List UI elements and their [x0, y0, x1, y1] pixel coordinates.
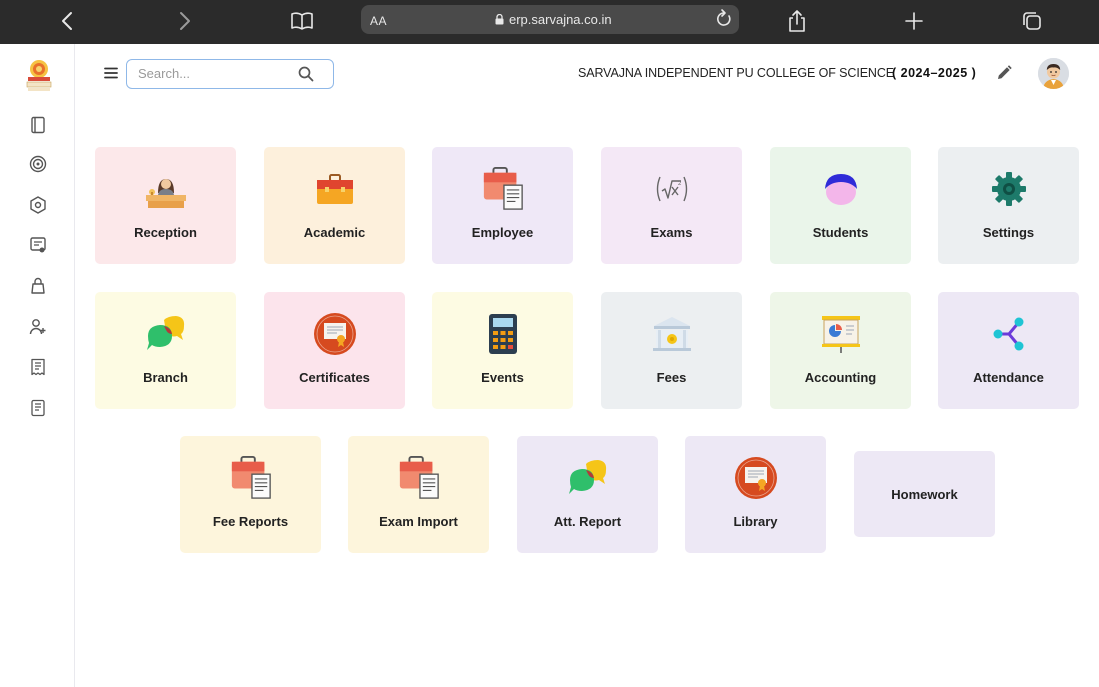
tile-events[interactable]: Events: [432, 292, 573, 409]
college-name: SARVAJNA INDEPENDENT PU COLLEGE OF SCIEN…: [578, 66, 895, 80]
share-icon[interactable]: [786, 7, 808, 35]
tile-label: Fees: [656, 370, 687, 385]
tile-certificates[interactable]: Certificates: [264, 292, 405, 409]
tile-attendance[interactable]: Attendance: [938, 292, 1079, 409]
tile-exam-import[interactable]: Exam Import: [348, 436, 489, 553]
tile-label: Branch: [143, 370, 188, 385]
tile-exams[interactable]: 2 Exams: [601, 147, 742, 264]
tile-employee[interactable]: Employee: [432, 147, 573, 264]
certificate-icon: [313, 312, 357, 356]
chat-bubbles-icon: [144, 312, 188, 356]
tabs-overview-icon[interactable]: [1020, 7, 1044, 35]
tile-label: Employee: [471, 225, 534, 240]
tile-label: Accounting: [804, 370, 877, 385]
add-user-icon[interactable]: [27, 316, 49, 338]
briefcase-icon: [313, 167, 357, 211]
bookmarks-icon[interactable]: [290, 7, 314, 35]
tile-fees[interactable]: Fees: [601, 292, 742, 409]
lock-icon: [495, 14, 504, 25]
share-network-icon: [987, 312, 1031, 356]
tile-settings[interactable]: Settings: [938, 147, 1079, 264]
tile-label: Att. Report: [553, 514, 622, 529]
tile-label: Fee Reports: [212, 514, 289, 529]
search-icon[interactable]: [297, 65, 315, 88]
document-icon[interactable]: [27, 397, 49, 419]
tile-accounting[interactable]: Accounting: [770, 292, 911, 409]
tile-label: Homework: [891, 486, 958, 502]
book-icon[interactable]: [27, 114, 49, 136]
hexagon-icon[interactable]: [27, 194, 49, 216]
att-report-icon: [566, 456, 610, 500]
search-box[interactable]: [126, 59, 334, 89]
tile-reception[interactable]: Reception: [95, 147, 236, 264]
url-text: erp.sarvajna.co.in: [509, 12, 612, 27]
search-input[interactable]: [138, 66, 288, 81]
tile-label: Reception: [134, 225, 197, 240]
tile-label: Library: [733, 514, 778, 529]
tile-academic[interactable]: Academic: [264, 147, 405, 264]
tile-homework[interactable]: Homework: [854, 451, 995, 537]
url-display[interactable]: erp.sarvajna.co.in: [495, 12, 612, 27]
browser-toolbar: AA erp.sarvajna.co.in: [0, 0, 1099, 44]
exam-import-icon: [397, 456, 441, 500]
tile-students[interactable]: Students: [770, 147, 911, 264]
presentation-icon: [819, 312, 863, 356]
svg-text:2: 2: [678, 181, 682, 187]
employee-files-icon: [481, 167, 525, 211]
bag-icon[interactable]: [27, 275, 49, 297]
gear-icon: [987, 167, 1031, 211]
tile-library[interactable]: Library: [685, 436, 826, 553]
academic-year[interactable]: ( 2024–2025 ): [892, 66, 976, 80]
tile-att-report[interactable]: Att. Report: [517, 436, 658, 553]
formula-icon: 2: [650, 167, 694, 211]
library-icon: [734, 456, 778, 500]
forward-icon[interactable]: [174, 7, 196, 35]
menu-toggle-icon[interactable]: [102, 64, 120, 82]
tile-fee-reports[interactable]: Fee Reports: [180, 436, 321, 553]
tile-label: Events: [481, 370, 524, 385]
tile-label: Settings: [982, 225, 1035, 240]
calculator-icon: [481, 312, 525, 356]
report-icon[interactable]: [27, 234, 49, 256]
user-avatar[interactable]: [1038, 58, 1069, 89]
reload-icon[interactable]: [715, 8, 733, 35]
tile-label: Certificates: [299, 370, 370, 385]
receptionist-icon: [144, 167, 188, 211]
fee-reports-icon: [229, 456, 273, 500]
tile-label: Students: [812, 225, 869, 240]
tile-label: Academic: [303, 225, 366, 240]
reader-options-button[interactable]: AA: [370, 14, 387, 28]
tile-label: Attendance: [973, 370, 1044, 385]
college-logo[interactable]: [22, 57, 56, 93]
sidebar: [0, 44, 75, 687]
bank-icon: [650, 312, 694, 356]
address-bar[interactable]: AA erp.sarvajna.co.in: [361, 5, 739, 34]
tile-label: Exams: [650, 225, 693, 240]
tile-label: Exam Import: [379, 514, 458, 529]
student-icon: [819, 167, 863, 211]
edit-pencil-icon[interactable]: [995, 64, 1013, 87]
receipt-icon[interactable]: [27, 356, 49, 378]
back-icon[interactable]: [56, 7, 78, 35]
tile-branch[interactable]: Branch: [95, 292, 236, 409]
new-tab-icon[interactable]: [903, 7, 925, 35]
target-icon[interactable]: [27, 153, 49, 175]
